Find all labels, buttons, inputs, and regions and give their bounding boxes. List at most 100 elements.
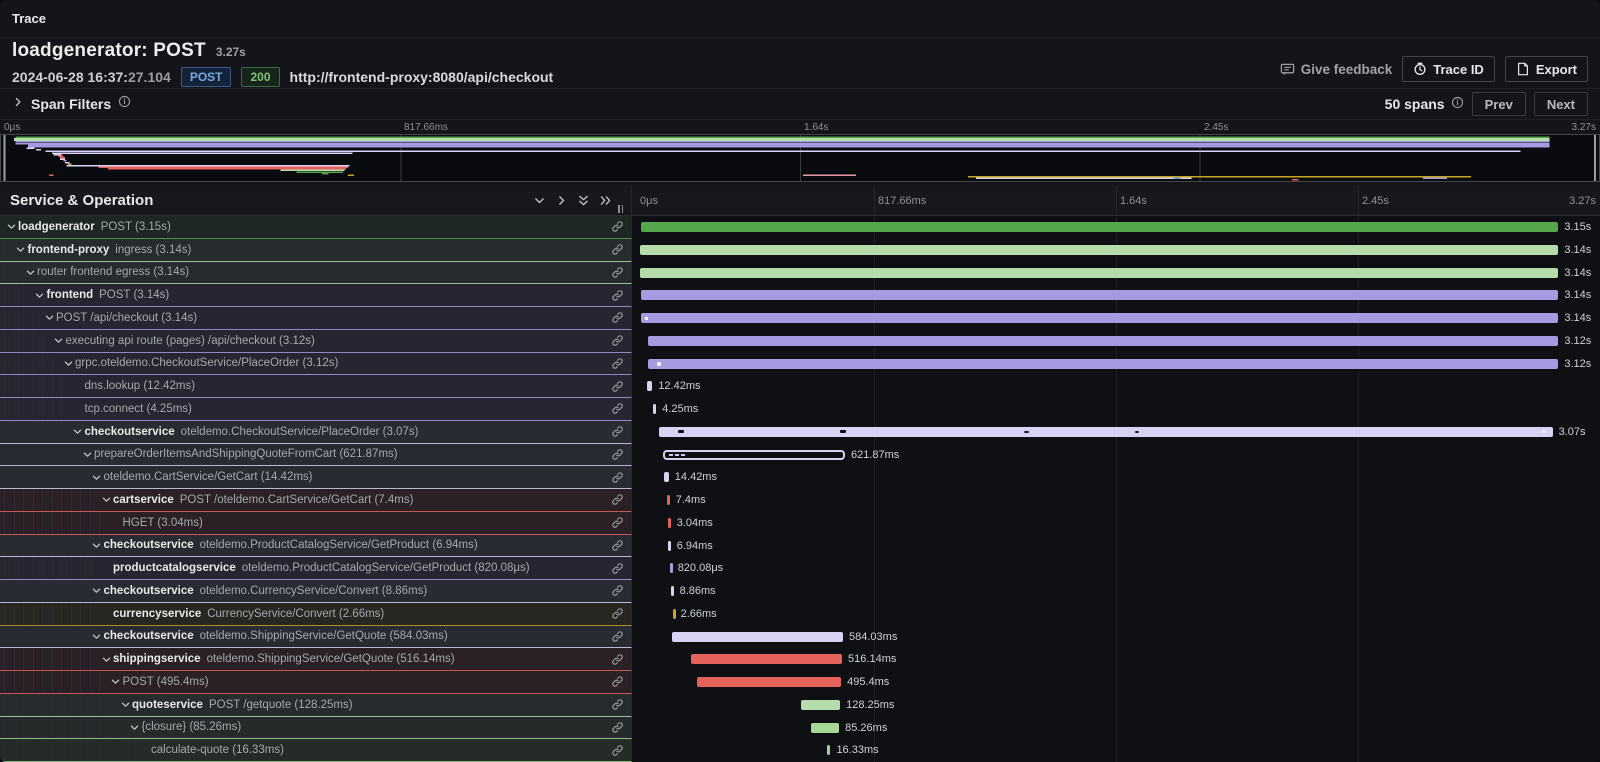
- row-expander-icon[interactable]: [80, 449, 94, 460]
- row-expander-icon[interactable]: [99, 654, 113, 665]
- span-link-icon[interactable]: [611, 289, 624, 302]
- span-row[interactable]: HGET (3.04ms)3.04ms: [0, 512, 1600, 535]
- span-link-icon[interactable]: [611, 425, 624, 438]
- row-expander-icon[interactable]: [71, 426, 85, 437]
- span-bar[interactable]: [663, 450, 845, 460]
- span-row[interactable]: checkoutserviceoteldemo.CurrencyService/…: [0, 580, 1600, 603]
- span-link-icon[interactable]: [611, 334, 624, 347]
- span-row[interactable]: oteldemo.CartService/GetCart (14.42ms)14…: [0, 466, 1600, 489]
- minimap-left-handle[interactable]: [3, 135, 5, 181]
- next-span-button[interactable]: Next: [1534, 92, 1588, 116]
- span-row[interactable]: checkoutserviceoteldemo.ShippingService/…: [0, 626, 1600, 649]
- prev-span-button[interactable]: Prev: [1472, 92, 1526, 116]
- span-row[interactable]: tcp.connect (4.25ms)4.25ms: [0, 398, 1600, 421]
- span-row[interactable]: quoteservicePOST /getquote (128.25ms)128…: [0, 694, 1600, 717]
- span-bar[interactable]: [811, 723, 839, 733]
- span-bar[interactable]: [827, 745, 831, 755]
- span-row[interactable]: {closure} (85.26ms)85.26ms: [0, 717, 1600, 740]
- span-link-icon[interactable]: [611, 493, 624, 506]
- span-link-icon[interactable]: [611, 539, 624, 552]
- span-bar[interactable]: [664, 472, 669, 482]
- span-bar[interactable]: [641, 222, 1559, 232]
- row-expander-icon[interactable]: [52, 335, 66, 346]
- span-link-icon[interactable]: [611, 630, 624, 643]
- minimap-right-handle[interactable]: [1594, 135, 1596, 181]
- span-row[interactable]: frontend-proxyingress (3.14s)3.14s: [0, 239, 1600, 262]
- collapse-one-icon[interactable]: [533, 194, 546, 207]
- span-link-icon[interactable]: [611, 357, 624, 370]
- span-bar[interactable]: [670, 563, 673, 573]
- row-expander-icon[interactable]: [33, 290, 47, 301]
- span-link-icon[interactable]: [611, 562, 624, 575]
- span-link-icon[interactable]: [611, 516, 624, 529]
- row-expander-icon[interactable]: [90, 540, 104, 551]
- span-row[interactable]: productcatalogserviceoteldemo.ProductCat…: [0, 557, 1600, 580]
- row-expander-icon[interactable]: [14, 244, 28, 255]
- span-bar[interactable]: [691, 654, 842, 664]
- span-bar[interactable]: [653, 404, 656, 414]
- row-expander-icon[interactable]: [42, 312, 56, 323]
- span-row[interactable]: checkoutserviceoteldemo.CheckoutService/…: [0, 421, 1600, 444]
- span-bar[interactable]: [697, 677, 841, 687]
- row-expander-icon[interactable]: [109, 676, 123, 687]
- breadcrumb[interactable]: Trace: [12, 11, 46, 26]
- span-bar[interactable]: [640, 268, 1559, 278]
- span-link-icon[interactable]: [611, 311, 624, 324]
- collapse-all-icon[interactable]: [577, 194, 590, 207]
- span-link-icon[interactable]: [611, 380, 624, 393]
- expand-all-icon[interactable]: [599, 194, 612, 207]
- row-expander-icon[interactable]: [99, 494, 113, 505]
- span-link-icon[interactable]: [611, 243, 624, 256]
- span-bar[interactable]: [668, 541, 671, 551]
- span-link-icon[interactable]: [611, 220, 624, 233]
- expand-one-icon[interactable]: [555, 194, 568, 207]
- trace-minimap[interactable]: [0, 134, 1600, 182]
- span-row[interactable]: POST (495.4ms)495.4ms: [0, 671, 1600, 694]
- span-bar[interactable]: [667, 495, 670, 505]
- column-resize-handle[interactable]: [618, 205, 623, 213]
- span-link-icon[interactable]: [611, 675, 624, 688]
- span-filters-toggle[interactable]: Span Filters: [12, 95, 131, 113]
- span-row[interactable]: grpc.oteldemo.CheckoutService/PlaceOrder…: [0, 353, 1600, 376]
- row-expander-icon[interactable]: [90, 631, 104, 642]
- span-row[interactable]: loadgeneratorPOST (3.15s)3.15s: [0, 216, 1600, 239]
- span-bar[interactable]: [801, 700, 840, 710]
- span-row[interactable]: frontendPOST (3.14s)3.14s: [0, 284, 1600, 307]
- export-button[interactable]: Export: [1505, 56, 1588, 82]
- span-bar[interactable]: [641, 313, 1559, 323]
- span-bar[interactable]: [641, 290, 1559, 300]
- span-bar[interactable]: [648, 336, 1558, 346]
- span-row[interactable]: router frontend egress (3.14s)3.14s: [0, 262, 1600, 285]
- span-bar[interactable]: [672, 632, 843, 642]
- span-row[interactable]: executing api route (pages) /api/checkou…: [0, 330, 1600, 353]
- span-row[interactable]: shippingserviceoteldemo.ShippingService/…: [0, 648, 1600, 671]
- row-expander-icon[interactable]: [23, 267, 37, 278]
- span-link-icon[interactable]: [611, 607, 624, 620]
- row-expander-icon[interactable]: [118, 699, 132, 710]
- row-expander-icon[interactable]: [61, 358, 75, 369]
- row-expander-icon[interactable]: [4, 221, 18, 232]
- span-bar[interactable]: [659, 427, 1552, 437]
- row-expander-icon[interactable]: [90, 472, 104, 483]
- span-bar[interactable]: [648, 359, 1558, 369]
- span-row[interactable]: checkoutserviceoteldemo.ProductCatalogSe…: [0, 535, 1600, 558]
- span-row[interactable]: POST /api/checkout (3.14s)3.14s: [0, 307, 1600, 330]
- give-feedback-button[interactable]: Give feedback: [1280, 62, 1393, 77]
- span-row[interactable]: prepareOrderItemsAndShippingQuoteFromCar…: [0, 444, 1600, 467]
- span-bar[interactable]: [640, 245, 1559, 255]
- span-link-icon[interactable]: [611, 744, 624, 757]
- span-link-icon[interactable]: [611, 721, 624, 734]
- row-expander-icon[interactable]: [128, 722, 142, 733]
- row-expander-icon[interactable]: [90, 585, 104, 596]
- span-link-icon[interactable]: [611, 584, 624, 597]
- span-link-icon[interactable]: [611, 266, 624, 279]
- span-bar[interactable]: [668, 518, 671, 528]
- span-link-icon[interactable]: [611, 448, 624, 461]
- span-link-icon[interactable]: [611, 653, 624, 666]
- span-row[interactable]: dns.lookup (12.42ms)12.42ms: [0, 375, 1600, 398]
- span-bar[interactable]: [671, 586, 674, 596]
- span-link-icon[interactable]: [611, 402, 624, 415]
- trace-id-button[interactable]: Trace ID: [1402, 56, 1495, 82]
- span-bar[interactable]: [673, 609, 676, 619]
- span-row[interactable]: calculate-quote (16.33ms)16.33ms: [0, 739, 1600, 762]
